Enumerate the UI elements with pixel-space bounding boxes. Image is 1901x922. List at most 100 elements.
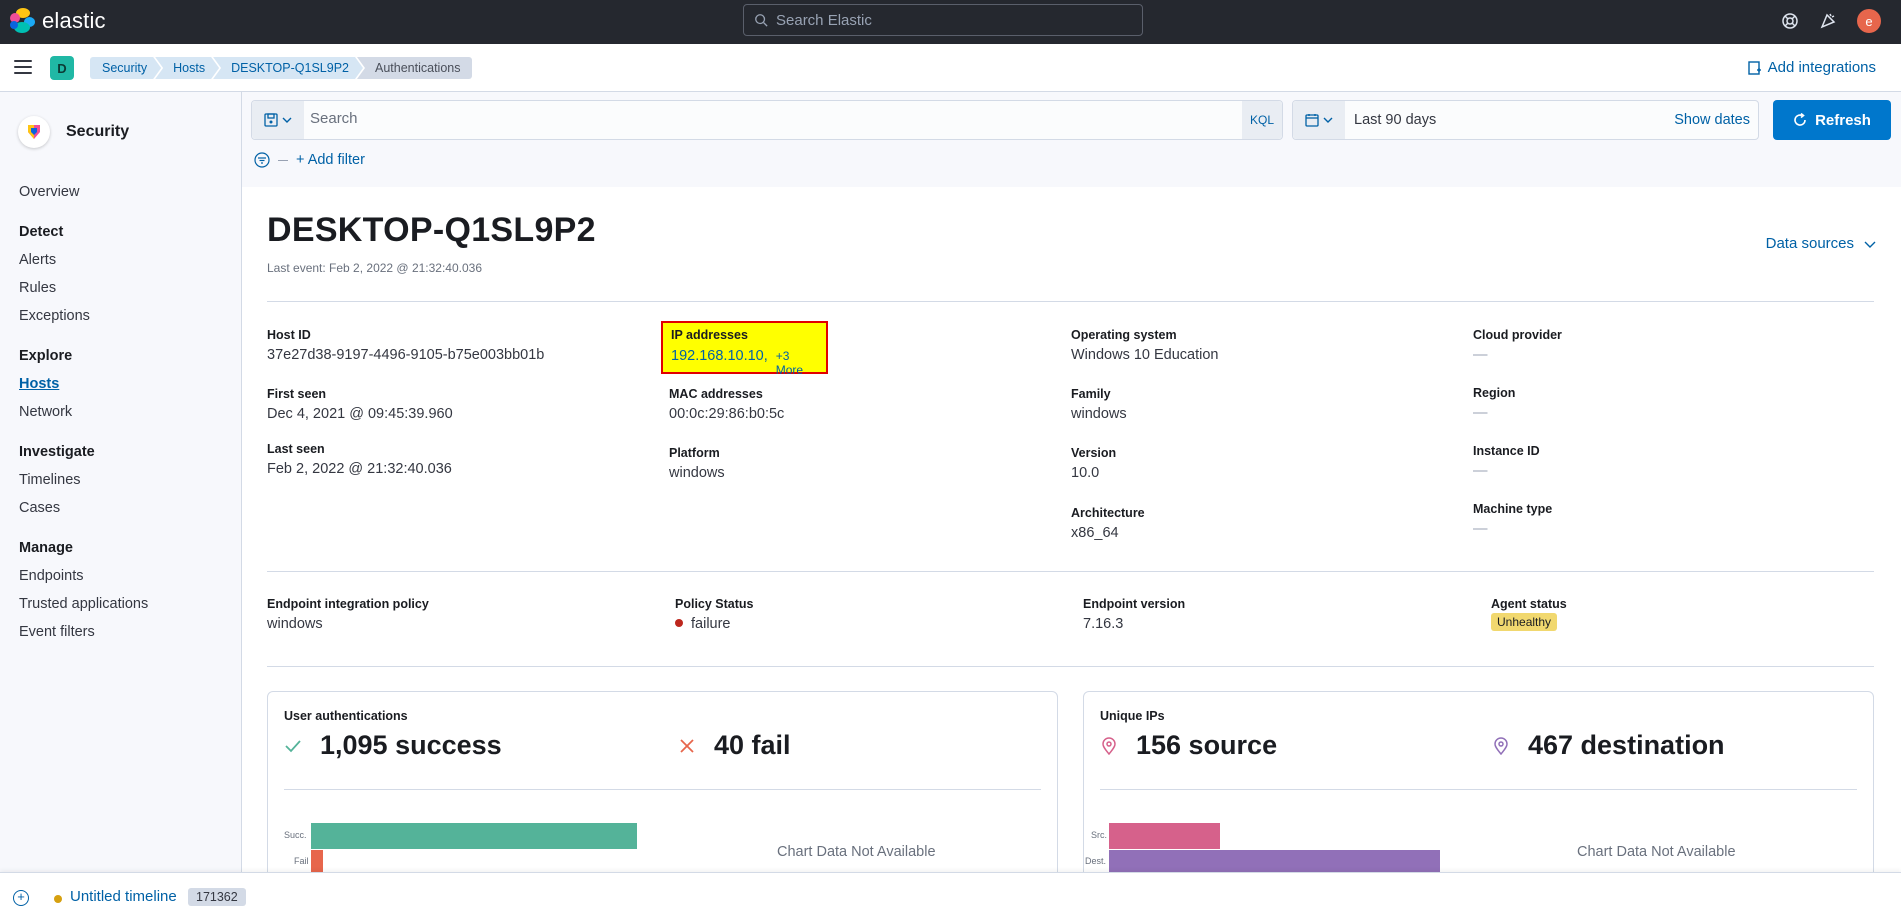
- field-value: 10.0: [1071, 465, 1100, 481]
- field-value: windows: [1071, 406, 1127, 422]
- sidebar-item-trusted-applications[interactable]: Trusted applications: [19, 590, 148, 618]
- security-app-icon: [18, 116, 50, 148]
- divider: [267, 666, 1874, 667]
- elastic-logo[interactable]: elastic: [10, 8, 106, 34]
- add-integrations-link[interactable]: Add integrations: [1747, 59, 1876, 76]
- unique-ips-panel: Unique IPs 156 source 467 destination Sr…: [1083, 691, 1874, 891]
- refresh-icon: [1794, 113, 1806, 126]
- sidebar-item-network[interactable]: Network: [19, 398, 148, 426]
- chevron-down-icon: [1323, 117, 1333, 123]
- sidebar-group-explore: Explore: [19, 348, 73, 364]
- sidebar-item-timelines[interactable]: Timelines: [19, 466, 148, 494]
- field-value: Dec 4, 2021 @ 09:45:39.960: [267, 406, 453, 422]
- sidebar-item-endpoints[interactable]: Endpoints: [19, 562, 148, 590]
- sidebar-item-cases[interactable]: Cases: [19, 494, 148, 522]
- show-dates-link[interactable]: Show dates: [1674, 112, 1750, 128]
- field-label: Cloud provider: [1473, 328, 1562, 342]
- data-sources-dropdown[interactable]: Data sources: [1766, 235, 1876, 252]
- field-label: Version: [1071, 446, 1117, 460]
- add-filter-button[interactable]: + Add filter: [296, 152, 365, 168]
- version-field: Version 10.0: [1071, 446, 1116, 481]
- ip-addresses-field: IP addresses 192.168.10.10, +3 More: [661, 321, 828, 377]
- breadcrumb-hosts[interactable]: Hosts: [155, 57, 219, 79]
- field-label: First seen: [267, 387, 327, 401]
- user-avatar[interactable]: e: [1857, 9, 1881, 33]
- date-picker: Last 90 days Show dates: [1292, 100, 1759, 140]
- timeline-bar: + Untitled timeline 171362: [0, 872, 1901, 922]
- region-field: Region —: [1473, 386, 1515, 421]
- source-count: 156 source: [1136, 730, 1278, 760]
- field-value: —: [1473, 521, 1488, 537]
- chevron-down-icon: [282, 117, 292, 123]
- breadcrumb-host[interactable]: DESKTOP-Q1SL9P2: [213, 57, 363, 79]
- mac-addresses-field: MAC addresses 00:0c:29:86:b0:5c: [669, 387, 784, 422]
- sidebar-item-event-filters[interactable]: Event filters: [19, 618, 148, 646]
- field-value: —: [1473, 463, 1488, 479]
- refresh-button[interactable]: Refresh: [1773, 100, 1891, 140]
- field-label: Region: [1473, 386, 1516, 400]
- kql-toggle[interactable]: KQL: [1242, 101, 1282, 139]
- chart-bar-success: [311, 823, 637, 849]
- breadcrumb-security[interactable]: Security: [90, 57, 161, 79]
- query-search-input[interactable]: [310, 110, 1210, 127]
- help-icon[interactable]: [1781, 12, 1799, 30]
- top-header: elastic e: [0, 0, 1901, 44]
- no-chart-data-text: Chart Data Not Available: [1577, 844, 1736, 860]
- menu-icon[interactable]: [14, 60, 32, 74]
- bar-label-src: Src.: [1091, 830, 1108, 840]
- family-field: Family windows: [1071, 387, 1127, 422]
- field-value: 7.16.3: [1083, 616, 1124, 632]
- sidebar-group-detect: Detect: [19, 224, 64, 240]
- global-search-input[interactable]: [776, 11, 1116, 29]
- refresh-label: Refresh: [1815, 111, 1871, 129]
- search-icon: [755, 14, 768, 27]
- field-value: Feb 2, 2022 @ 21:32:40.036: [267, 461, 452, 477]
- sidebar-item-overview[interactable]: Overview: [19, 178, 148, 206]
- logo-text: elastic: [42, 8, 106, 33]
- saved-query-button[interactable]: [252, 101, 304, 139]
- field-label: Policy Status: [675, 597, 754, 611]
- more-ips-link[interactable]: +3 More: [776, 349, 818, 377]
- field-value: —: [1473, 347, 1488, 363]
- date-range-value[interactable]: Last 90 days: [1354, 112, 1436, 128]
- breadcrumb-bar: D Security Hosts DESKTOP-Q1SL9P2 Authent…: [0, 44, 1901, 92]
- operating-system-field: Operating system Windows 10 Education: [1071, 328, 1219, 363]
- bar-label-success: Succ.: [284, 830, 307, 840]
- field-label: MAC addresses: [669, 387, 763, 401]
- field-value: x86_64: [1071, 525, 1119, 541]
- global-search[interactable]: [743, 4, 1143, 36]
- field-label: Platform: [669, 446, 720, 460]
- timeline-name-link[interactable]: Untitled timeline: [70, 888, 177, 905]
- machine-type-field: Machine type —: [1473, 502, 1552, 537]
- first-seen-field: First seen Dec 4, 2021 @ 09:45:39.960: [267, 387, 453, 422]
- quick-menu-button[interactable]: [1293, 101, 1345, 139]
- policy-status-field: Policy Status failure: [675, 597, 754, 632]
- check-icon: [285, 739, 301, 752]
- last-seen-field: Last seen Feb 2, 2022 @ 21:32:40.036: [267, 442, 452, 477]
- map-marker-icon: [1494, 736, 1508, 755]
- field-label: IP addresses: [671, 328, 748, 342]
- fail-count: 40 fail: [714, 730, 791, 760]
- failure-status-icon: [675, 619, 683, 627]
- divider: [267, 301, 1874, 302]
- policy-status-value[interactable]: failure: [691, 616, 731, 632]
- integrations-icon: [1747, 60, 1761, 75]
- sidebar-item-alerts[interactable]: Alerts: [19, 246, 148, 274]
- bar-label-dest: Dest.: [1085, 856, 1107, 866]
- newsfeed-icon[interactable]: [1819, 12, 1837, 30]
- sidebar-item-hosts[interactable]: Hosts: [19, 370, 148, 398]
- sidebar: Security Overview Detect Alerts Rules Ex…: [0, 92, 242, 872]
- divider: [267, 571, 1874, 572]
- sidebar-item-exceptions[interactable]: Exceptions: [19, 302, 148, 330]
- panel-title: Unique IPs: [1100, 709, 1165, 723]
- query-bar: KQL Last 90 days Show dates Refresh + Ad…: [242, 92, 1901, 187]
- field-value: windows: [267, 616, 323, 632]
- add-timeline-icon[interactable]: +: [13, 890, 29, 906]
- filter-icon[interactable]: [254, 152, 270, 168]
- query-search: KQL: [251, 100, 1283, 140]
- ip-address-link[interactable]: 192.168.10.10,: [671, 348, 768, 364]
- breadcrumb-authentications: Authentications: [357, 57, 473, 79]
- field-label: Machine type: [1473, 502, 1553, 516]
- space-avatar[interactable]: D: [50, 56, 74, 80]
- sidebar-item-rules[interactable]: Rules: [19, 274, 148, 302]
